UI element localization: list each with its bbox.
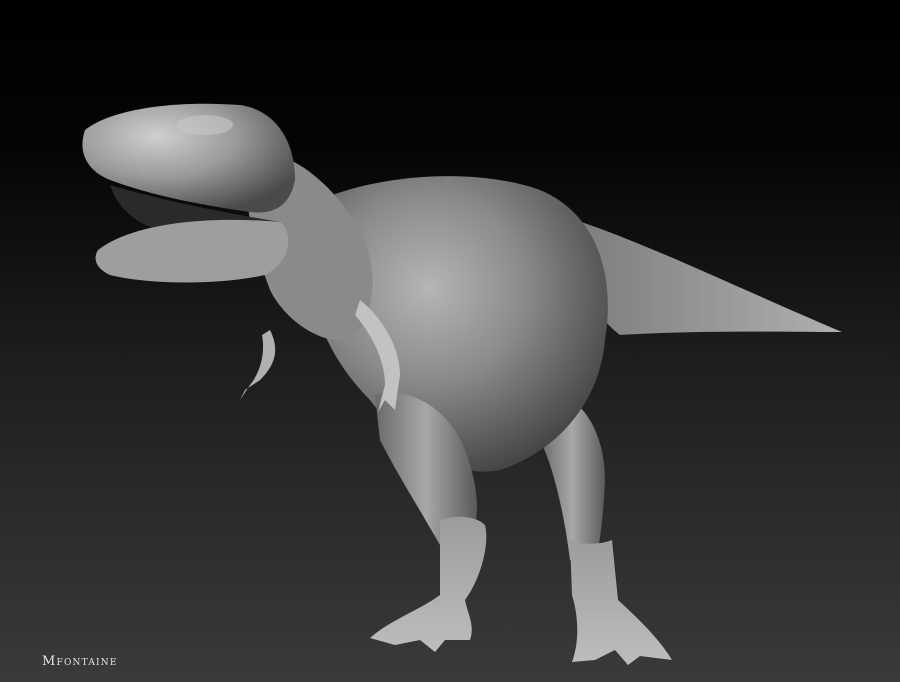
sculpt-render-canvas: Mfontaine	[0, 0, 900, 682]
t-rex-sculpt-render	[0, 0, 900, 682]
artist-signature: Mfontaine	[42, 654, 118, 669]
brow-ridge	[177, 115, 233, 135]
